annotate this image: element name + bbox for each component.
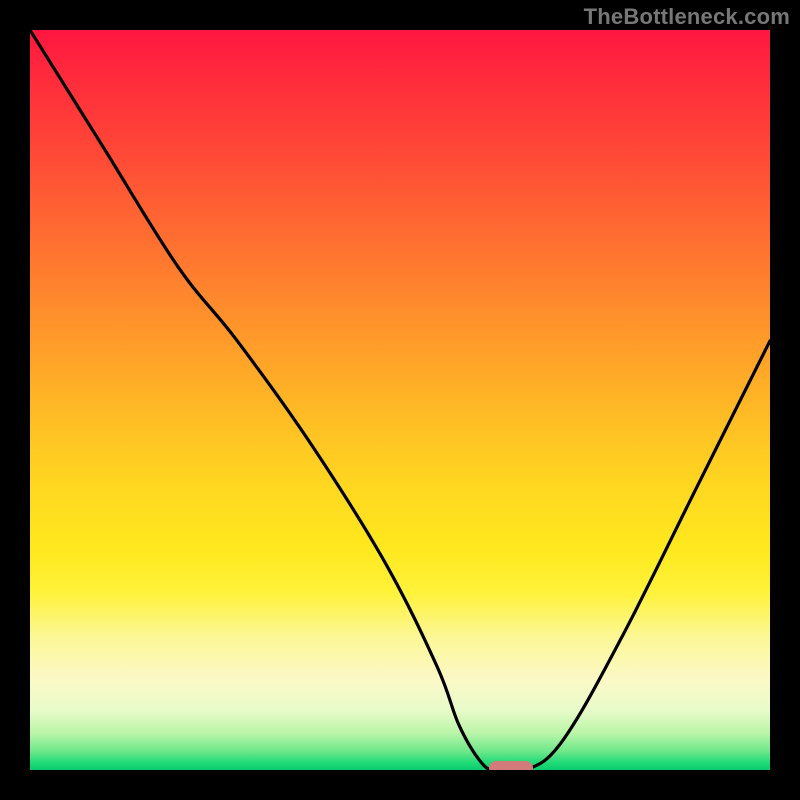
watermark-text: TheBottleneck.com [584,4,790,30]
bottleneck-curve [30,30,770,770]
optimal-marker [489,761,533,770]
plot-area [30,30,770,770]
chart-frame: TheBottleneck.com [0,0,800,800]
curve-path [30,30,770,770]
